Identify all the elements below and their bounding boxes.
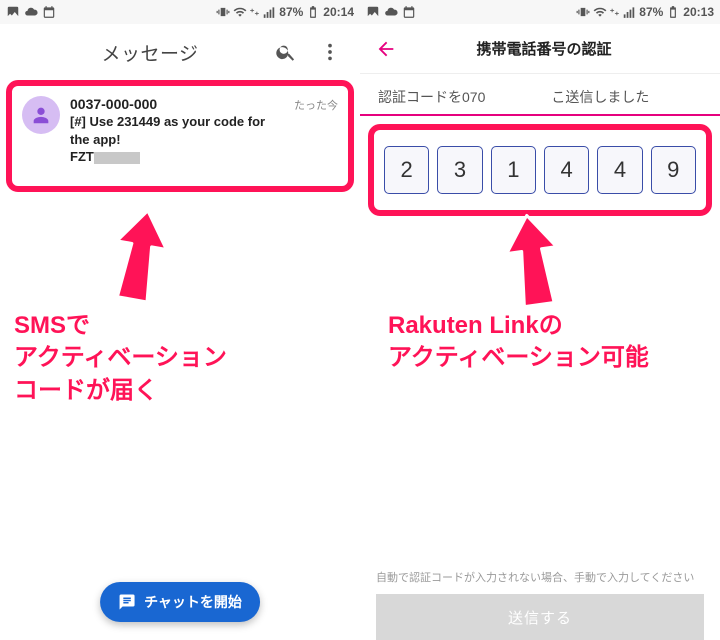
vibrate-icon — [576, 5, 590, 19]
calendar-icon — [42, 5, 56, 19]
more-icon[interactable] — [312, 34, 348, 70]
battery-icon — [306, 5, 320, 19]
avatar — [22, 96, 60, 134]
code-digit-3[interactable]: 1 — [491, 146, 536, 194]
code-digit-2[interactable]: 3 — [437, 146, 482, 194]
network-type: ⁺₊ — [250, 7, 260, 18]
battery-percent: 87% — [639, 5, 663, 19]
image-icon — [366, 5, 380, 19]
battery-percent: 87% — [279, 5, 303, 19]
start-chat-button[interactable]: チャットを開始 — [100, 582, 260, 622]
wifi-icon — [593, 5, 607, 19]
rakuten-link-screen: ⁺₊ 87% 20:13 携帯電話番号の認証 認証コードを070 こ送信しました… — [360, 0, 720, 640]
start-chat-label: チャットを開始 — [144, 592, 242, 612]
sms-sender: 0037-000-000 — [70, 96, 157, 112]
wifi-icon — [233, 5, 247, 19]
phone-redacted — [489, 90, 547, 102]
code-digit-1[interactable]: 2 — [384, 146, 429, 194]
image-icon — [6, 5, 20, 19]
status-bar: ⁺₊ 87% 20:14 — [0, 0, 360, 24]
battery-icon — [666, 5, 680, 19]
back-button[interactable] — [368, 31, 404, 67]
highlight-sms-box: 0037-000-000 たった今 [#] Use 231449 as your… — [6, 80, 354, 192]
signal-icon — [262, 5, 276, 19]
sms-timestamp: たった今 — [294, 97, 338, 113]
submit-button[interactable]: 送信する — [376, 594, 704, 640]
vibrate-icon — [216, 5, 230, 19]
code-digit-6[interactable]: 9 — [651, 146, 696, 194]
back-arrow-icon — [375, 38, 397, 60]
sms-app-screen: ⁺₊ 87% 20:14 メッセージ 0037-000-000 たった今 — [0, 0, 360, 640]
code-digit-4[interactable]: 4 — [544, 146, 589, 194]
cloud-icon — [24, 5, 38, 19]
clock: 20:13 — [683, 5, 714, 19]
manual-input-note: 自動で認証コードが入力されない場合、手動で入力してください — [376, 571, 704, 586]
code-digit-5[interactable]: 4 — [597, 146, 642, 194]
sms-conversation-item[interactable]: 0037-000-000 たった今 [#] Use 231449 as your… — [16, 92, 344, 166]
appbar: メッセージ — [0, 24, 360, 80]
chat-icon — [118, 593, 136, 611]
highlight-code-box: 2 3 1 4 4 9 — [368, 124, 712, 216]
verification-code-input[interactable]: 2 3 1 4 4 9 — [384, 146, 696, 194]
network-type: ⁺₊ — [610, 7, 620, 18]
signal-icon — [622, 5, 636, 19]
sms-preview: [#] Use 231449 as your code for the app!… — [70, 113, 338, 166]
clock: 20:14 — [323, 5, 354, 19]
redacted-text — [94, 152, 140, 164]
cloud-icon — [384, 5, 398, 19]
rl-header: 携帯電話番号の認証 — [360, 24, 720, 74]
status-bar: ⁺₊ 87% 20:13 — [360, 0, 720, 24]
page-title: 携帯電話番号の認証 — [404, 38, 684, 59]
verification-message: 認証コードを070 こ送信しました — [360, 82, 720, 116]
calendar-icon — [402, 5, 416, 19]
app-title: メッセージ — [40, 39, 260, 66]
search-icon[interactable] — [268, 34, 304, 70]
